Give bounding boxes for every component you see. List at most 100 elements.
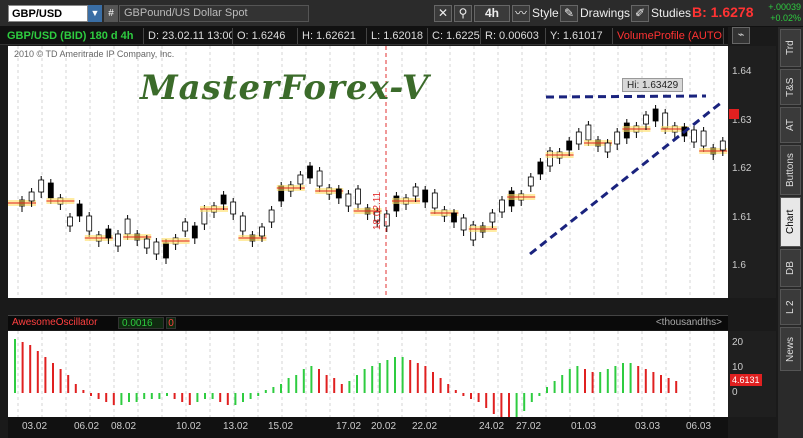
symbol-grid-icon[interactable]: # xyxy=(104,5,118,22)
candle-body xyxy=(451,212,457,223)
symbol-input[interactable]: GBP/USD xyxy=(8,5,88,22)
candle-body xyxy=(239,215,246,232)
candle-body xyxy=(230,201,237,215)
time-tick: 06.03 xyxy=(686,421,712,432)
oscillator-bar xyxy=(112,393,115,405)
oscillator-bar xyxy=(242,393,244,402)
osc-tick: 10 xyxy=(732,362,744,373)
candle-body xyxy=(614,131,621,145)
oscillator-bar xyxy=(470,393,472,399)
price-tick: 1.61 xyxy=(732,212,752,223)
oscillator-bar xyxy=(310,366,313,393)
oscillator-bar xyxy=(14,339,16,393)
candle-body xyxy=(575,131,582,145)
bar-open: O: 1.6246 xyxy=(234,28,298,44)
candle-body xyxy=(259,226,265,237)
quote-info-bar: GBP/USD (BID) 180 d 4h D: 23.02.11 13:00… xyxy=(0,27,728,45)
oscillator-bar xyxy=(629,363,632,393)
candle-body xyxy=(345,193,352,207)
style-icon[interactable]: 〰 xyxy=(512,5,530,22)
chart-settings-icon[interactable]: ⌁ xyxy=(732,27,750,44)
side-tab-buttons[interactable]: Buttons xyxy=(780,145,801,195)
oscillator-bar xyxy=(508,393,510,417)
oscillator-bar xyxy=(44,357,47,393)
oscillator-panel[interactable] xyxy=(8,331,728,417)
candle-body xyxy=(191,225,198,239)
oscillator-bar xyxy=(553,381,556,393)
link-tool-icon[interactable]: ⚲ xyxy=(454,5,472,22)
drawings-icon[interactable]: ✎ xyxy=(560,5,578,22)
candle-body xyxy=(489,212,496,223)
oscillator-bar xyxy=(204,393,206,399)
candle-body xyxy=(412,186,419,197)
side-tab-trd[interactable]: Trd xyxy=(780,29,801,67)
candle-body xyxy=(124,218,131,235)
high-label: Hi: 1.63429 xyxy=(622,78,684,92)
osc-tick: 0 xyxy=(732,387,738,398)
bar-range: R: 0.00603 xyxy=(482,28,546,44)
side-tab-at[interactable]: AT xyxy=(780,107,801,143)
time-tick: 20.02 xyxy=(371,421,397,432)
side-tab-l2[interactable]: L 2 xyxy=(780,289,801,325)
oscillator-bar xyxy=(378,363,381,393)
time-tick: 22.02 xyxy=(412,421,438,432)
candle-body xyxy=(28,191,35,202)
side-tab-ts[interactable]: T&S xyxy=(780,69,801,105)
oscillator-bar xyxy=(462,393,465,396)
symbol-dropdown-icon[interactable]: ▼ xyxy=(88,5,102,22)
oscillator-title[interactable]: AwesomeOscillator xyxy=(12,317,97,328)
oscillator-bar xyxy=(523,393,526,411)
studies-icon[interactable]: ✐ xyxy=(631,5,649,22)
oscillator-bar xyxy=(211,393,214,399)
drawings-button[interactable]: Drawings xyxy=(580,5,630,22)
candle-body xyxy=(182,221,189,232)
candle-body xyxy=(47,182,54,199)
price-tick: 1.64 xyxy=(732,66,752,77)
candle-body xyxy=(527,176,534,187)
time-tick: 24.02 xyxy=(479,421,505,432)
side-tab-chart[interactable]: Chart xyxy=(780,197,801,247)
candle-body xyxy=(220,194,227,205)
oscillator-bar xyxy=(150,393,153,399)
candle-body xyxy=(537,161,544,175)
oscillator-bar xyxy=(226,393,229,405)
studies-button[interactable]: Studies xyxy=(651,5,691,22)
oscillator-bar xyxy=(128,393,130,402)
bid-price: B: 1.6278 xyxy=(692,4,754,20)
timeframe-button[interactable]: 4h xyxy=(474,5,510,22)
oscillator-bar xyxy=(264,390,267,393)
oscillator-bar xyxy=(439,378,442,393)
oscillator-bar xyxy=(622,363,624,393)
oscillator-bar xyxy=(158,393,161,399)
symbol-description: GBPound/US Dollar Spot xyxy=(119,5,309,22)
change-percent: +0.02% xyxy=(770,13,801,23)
oscillator-bar xyxy=(249,393,252,399)
side-tab-db[interactable]: DB xyxy=(780,249,801,287)
oscillator-units: <thousandths> xyxy=(655,317,722,328)
oscillator-bar xyxy=(538,393,541,396)
oscillator-bar xyxy=(295,375,298,393)
side-tab-bar: Trd T&S AT Buttons Chart DB L 2 News xyxy=(778,27,803,438)
candle-body xyxy=(460,217,467,231)
side-tab-news[interactable]: News xyxy=(780,327,801,371)
crosshair-tool-icon[interactable]: ✕ xyxy=(434,5,452,22)
oscillator-bar xyxy=(606,369,609,393)
time-tick: 08.02 xyxy=(111,421,137,432)
style-button[interactable]: Style xyxy=(532,5,559,22)
candle-body xyxy=(691,129,697,143)
oscillator-bar xyxy=(272,387,275,393)
time-tick: 03.03 xyxy=(635,421,661,432)
oscillator-header: AwesomeOscillator 0.0016 0 <thousandths> xyxy=(8,315,728,330)
volume-profile-label[interactable]: VolumeProfile (AUTOMA... xyxy=(614,28,724,44)
candle-body xyxy=(719,140,726,151)
oscillator-bar xyxy=(234,393,237,405)
oscillator-bar xyxy=(333,378,336,393)
oscillator-bar xyxy=(82,390,85,393)
candle-body xyxy=(652,108,659,122)
oscillator-svg xyxy=(14,331,715,417)
oscillator-bar xyxy=(67,375,70,393)
candle-body xyxy=(163,242,169,259)
time-tick: 13.02 xyxy=(223,421,249,432)
oscillator-bar xyxy=(120,393,123,405)
oscillator-bar xyxy=(675,381,678,393)
